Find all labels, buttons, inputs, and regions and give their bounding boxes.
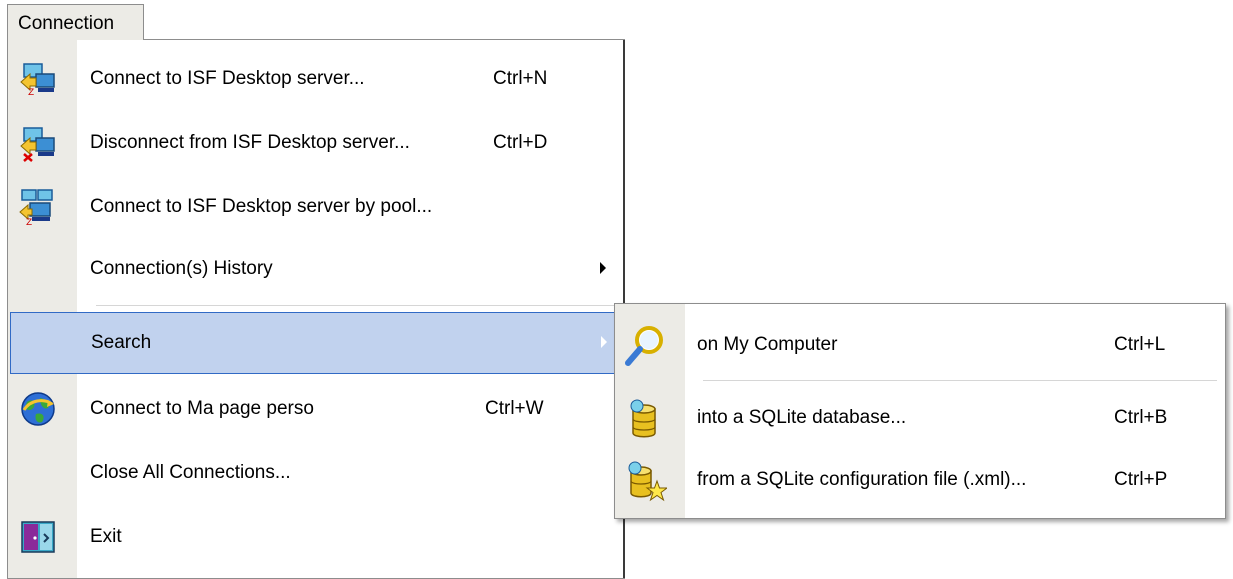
menu-item-connect-pool[interactable]: Z Connect to ISF Desktop server by pool.… bbox=[8, 176, 624, 238]
globe-icon bbox=[18, 390, 58, 428]
connection-menu-label: Connection bbox=[18, 13, 115, 34]
menu-item-label: Exit bbox=[90, 526, 122, 547]
menu-item-label: Connection(s) History bbox=[90, 258, 273, 279]
submenu-arrow-icon bbox=[600, 262, 606, 274]
search-submenu: on My Computer Ctrl+L into a SQLite data… bbox=[614, 303, 1226, 519]
submenu-separator bbox=[703, 380, 1217, 381]
connection-menu-tab[interactable]: Connection bbox=[7, 4, 144, 40]
menu-item-label: Connect to ISF Desktop server by pool... bbox=[90, 196, 433, 217]
submenu-item-shortcut: Ctrl+L bbox=[1114, 334, 1166, 355]
menu-item-connect-ma-page-perso[interactable]: Connect to Ma page perso Ctrl+W bbox=[8, 378, 624, 440]
submenu-item-shortcut: Ctrl+P bbox=[1114, 469, 1168, 490]
menu-item-connect[interactable]: Z Connect to ISF Desktop server... Ctrl+… bbox=[8, 48, 624, 110]
magnifier-icon bbox=[623, 324, 667, 368]
network-connect-icon: Z bbox=[18, 60, 58, 98]
menu-separator bbox=[96, 305, 616, 306]
network-pool-icon: Z bbox=[18, 188, 58, 228]
submenu-item-sqlite-database[interactable]: into a SQLite database... Ctrl+B bbox=[615, 387, 1225, 449]
submenu-item-sqlite-config-file[interactable]: from a SQLite configuration file (.xml).… bbox=[615, 449, 1225, 511]
database-star-icon bbox=[623, 459, 669, 503]
menu-item-label: Search bbox=[91, 332, 152, 353]
menu-item-disconnect[interactable]: Disconnect from ISF Desktop server... Ct… bbox=[8, 112, 624, 174]
menu-item-label: Connect to ISF Desktop server... bbox=[90, 68, 365, 89]
submenu-item-label: on My Computer bbox=[697, 334, 838, 355]
svg-text:Z: Z bbox=[28, 88, 34, 98]
submenu-item-on-my-computer[interactable]: on My Computer Ctrl+L bbox=[615, 314, 1225, 376]
exit-door-icon bbox=[18, 518, 58, 556]
menu-item-exit[interactable]: Exit bbox=[8, 506, 624, 568]
network-disconnect-icon bbox=[18, 124, 58, 162]
database-icon bbox=[623, 397, 667, 441]
menu-item-connection-history[interactable]: Connection(s) History bbox=[8, 238, 624, 300]
connection-dropdown: Z Connect to ISF Desktop server... Ctrl+… bbox=[7, 39, 625, 579]
menu-item-label: Disconnect from ISF Desktop server... bbox=[90, 132, 410, 153]
menu-item-shortcut: Ctrl+N bbox=[493, 68, 548, 89]
submenu-item-label: from a SQLite configuration file (.xml).… bbox=[697, 469, 1027, 490]
menu-item-label: Connect to Ma page perso bbox=[90, 398, 314, 419]
menu-item-close-all-connections[interactable]: Close All Connections... bbox=[8, 442, 624, 504]
menu-item-shortcut: Ctrl+D bbox=[493, 132, 548, 153]
menu-item-shortcut: Ctrl+W bbox=[485, 398, 544, 419]
submenu-item-shortcut: Ctrl+B bbox=[1114, 407, 1168, 428]
svg-text:Z: Z bbox=[26, 218, 32, 226]
submenu-arrow-icon bbox=[601, 336, 607, 348]
submenu-item-label: into a SQLite database... bbox=[697, 407, 907, 428]
menu-item-search[interactable]: Search bbox=[10, 312, 622, 374]
menu-item-label: Close All Connections... bbox=[90, 462, 291, 483]
